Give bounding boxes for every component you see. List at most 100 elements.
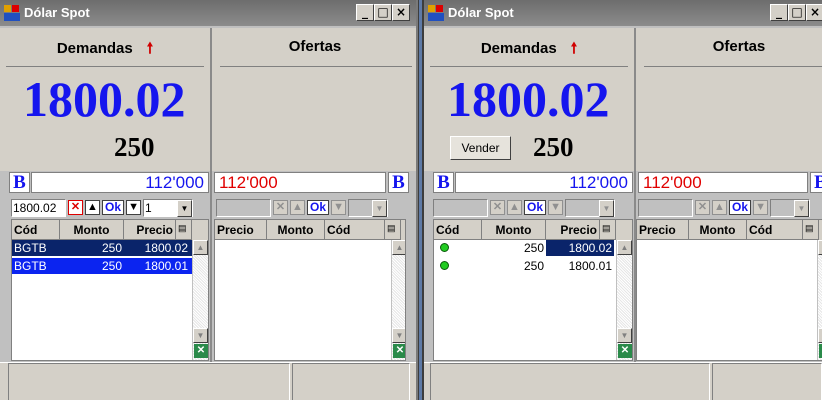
scroll-up-icon[interactable]: ▲ [818, 240, 822, 255]
qty-select[interactable]: ▼ [770, 198, 811, 217]
close-icon[interactable]: × [392, 4, 410, 21]
minimize-icon[interactable]: _ [770, 4, 788, 21]
cancel-icon[interactable]: ✕ [68, 200, 83, 215]
scrollbar[interactable]: ▲ ▼ ✕ [616, 240, 632, 360]
arrow-down-button-icon[interactable]: ▼ [126, 200, 142, 215]
excel-icon[interactable]: ✕ [393, 344, 405, 358]
arrow-up-button-icon[interactable]: ▲ [85, 200, 100, 215]
col-cod[interactable]: Cód [325, 220, 385, 240]
best-bid-price: 1800.02 [23, 71, 186, 127]
ask-order-entry: ✕ ▲ Ok ▼ ▼ [216, 198, 389, 217]
scrollbar[interactable]: ▲ ▼ ✕ [391, 240, 405, 360]
scroll-down-icon[interactable]: ▼ [193, 328, 208, 343]
table-row[interactable]: BGTB 250 1800.02 [12, 240, 192, 256]
best-bid-price: 1800.02 [447, 71, 610, 127]
col-cod[interactable]: Cód [747, 220, 803, 240]
title-bar[interactable]: Dólar Spot _ □ × [0, 0, 416, 26]
ofertas-panel: Ofertas [636, 28, 822, 171]
table-row[interactable]: BGTB 250 1800.01 [12, 257, 193, 275]
demandas-label: Demandas [480, 40, 557, 57]
chevron-down-icon[interactable]: ▼ [177, 199, 193, 217]
ok-button[interactable]: Ok [102, 200, 125, 215]
cell-monto: 250 [523, 241, 544, 255]
bid-orders-grid: Cód Monto Precio ▤ 250 1800.02 250 1800.… [433, 219, 633, 361]
maximize-icon[interactable]: □ [788, 4, 806, 21]
arrow-up-button-icon[interactable]: ▲ [507, 200, 522, 215]
chevron-down-icon[interactable]: ▼ [372, 199, 388, 217]
scroll-down-icon[interactable]: ▼ [617, 328, 632, 343]
table-row[interactable]: 250 1800.01 [434, 258, 616, 274]
cell-precio: 1800.02 [546, 240, 614, 256]
title-bar[interactable]: Dólar Spot _ □ × [424, 0, 822, 26]
window-controls: _ □ × [356, 4, 410, 21]
scroll-up-icon[interactable]: ▲ [617, 240, 632, 255]
qty-select[interactable]: ▼ [348, 198, 389, 217]
col-monto[interactable]: Monto [267, 220, 325, 240]
ok-button[interactable]: Ok [524, 200, 547, 215]
excel-icon[interactable]: ✕ [618, 344, 632, 358]
arrow-down-button-icon[interactable]: ▼ [331, 200, 347, 215]
arrow-down-button-icon[interactable]: ▼ [753, 200, 769, 215]
status-cell [292, 363, 410, 400]
qty-select[interactable]: 1 ▼ [143, 198, 194, 217]
col-cod[interactable]: Cód [12, 220, 60, 240]
bid-orders-grid: Cód Monto Precio ▤ BGTB 250 1800.02 BGTB… [11, 219, 209, 361]
export-icon[interactable]: ▤ [176, 220, 192, 240]
close-icon[interactable]: × [806, 4, 822, 21]
status-bar [0, 362, 416, 400]
cell-monto: 250 [523, 259, 544, 273]
minimize-icon[interactable]: _ [356, 4, 374, 21]
arrow-up-button-icon[interactable]: ▲ [712, 200, 727, 215]
scroll-up-icon[interactable]: ▲ [392, 240, 405, 255]
col-precio[interactable]: Precio [546, 220, 600, 240]
side-marker-right: B [810, 172, 822, 193]
bid-price-input[interactable] [433, 198, 488, 217]
arrow-up-button-icon[interactable]: ▲ [290, 200, 305, 215]
ok-button[interactable]: Ok [729, 200, 752, 215]
export-icon[interactable]: ▤ [803, 220, 819, 240]
export-icon[interactable]: ▤ [385, 220, 401, 240]
maximize-icon[interactable]: □ [374, 4, 392, 21]
bid-price-input[interactable]: 1800.02 [11, 198, 66, 217]
col-monto[interactable]: Monto [482, 220, 546, 240]
vender-button[interactable]: Vender [450, 136, 511, 160]
divider [6, 66, 204, 67]
divider [220, 66, 412, 67]
cell-status [434, 258, 482, 274]
qty-select[interactable]: ▼ [565, 198, 616, 217]
status-dot-icon [440, 243, 449, 252]
scroll-down-icon[interactable]: ▼ [392, 328, 405, 343]
export-icon[interactable]: ▤ [600, 220, 616, 240]
col-precio[interactable]: Precio [124, 220, 176, 240]
cancel-icon[interactable]: ✕ [273, 200, 288, 215]
table-row[interactable]: 250 1800.02 [434, 240, 616, 256]
cancel-icon[interactable]: ✕ [695, 200, 710, 215]
ask-price-input[interactable] [638, 198, 693, 217]
cell-cod: BGTB [14, 259, 47, 273]
demandas-panel: Demandas 🠕 1800.02 250 [0, 28, 210, 171]
screen: Dólar Spot _ □ × Demandas 🠕 1800.02 250 O… [0, 0, 822, 400]
cell-precio: 1800.02 [144, 241, 188, 255]
col-cod[interactable]: Cód [434, 220, 482, 240]
ok-button[interactable]: Ok [307, 200, 330, 215]
scrollbar[interactable]: ▲ ▼ ✕ [817, 240, 822, 360]
col-precio[interactable]: Precio [637, 220, 689, 240]
ask-price-input[interactable] [216, 198, 271, 217]
best-bid-quantity: 250 [533, 132, 574, 162]
cell-monto: 250 [101, 259, 122, 273]
col-monto[interactable]: Monto [60, 220, 124, 240]
arrow-down-button-icon[interactable]: ▼ [548, 200, 564, 215]
chevron-down-icon[interactable]: ▼ [599, 199, 615, 217]
scrollbar[interactable]: ▲ ▼ ✕ [192, 240, 208, 360]
ask-orders-grid: Precio Monto Cód ▤ ▲ ▼ ✕ [214, 219, 406, 361]
cancel-icon[interactable]: ✕ [490, 200, 505, 215]
side-marker-right: B [388, 172, 409, 193]
scroll-down-icon[interactable]: ▼ [818, 328, 822, 343]
chevron-down-icon[interactable]: ▼ [794, 199, 810, 217]
scroll-up-icon[interactable]: ▲ [193, 240, 208, 255]
col-monto[interactable]: Monto [689, 220, 747, 240]
status-cell [8, 363, 290, 400]
excel-icon[interactable]: ✕ [194, 344, 208, 358]
cell-monto: 250 [101, 241, 122, 255]
col-precio[interactable]: Precio [215, 220, 267, 240]
